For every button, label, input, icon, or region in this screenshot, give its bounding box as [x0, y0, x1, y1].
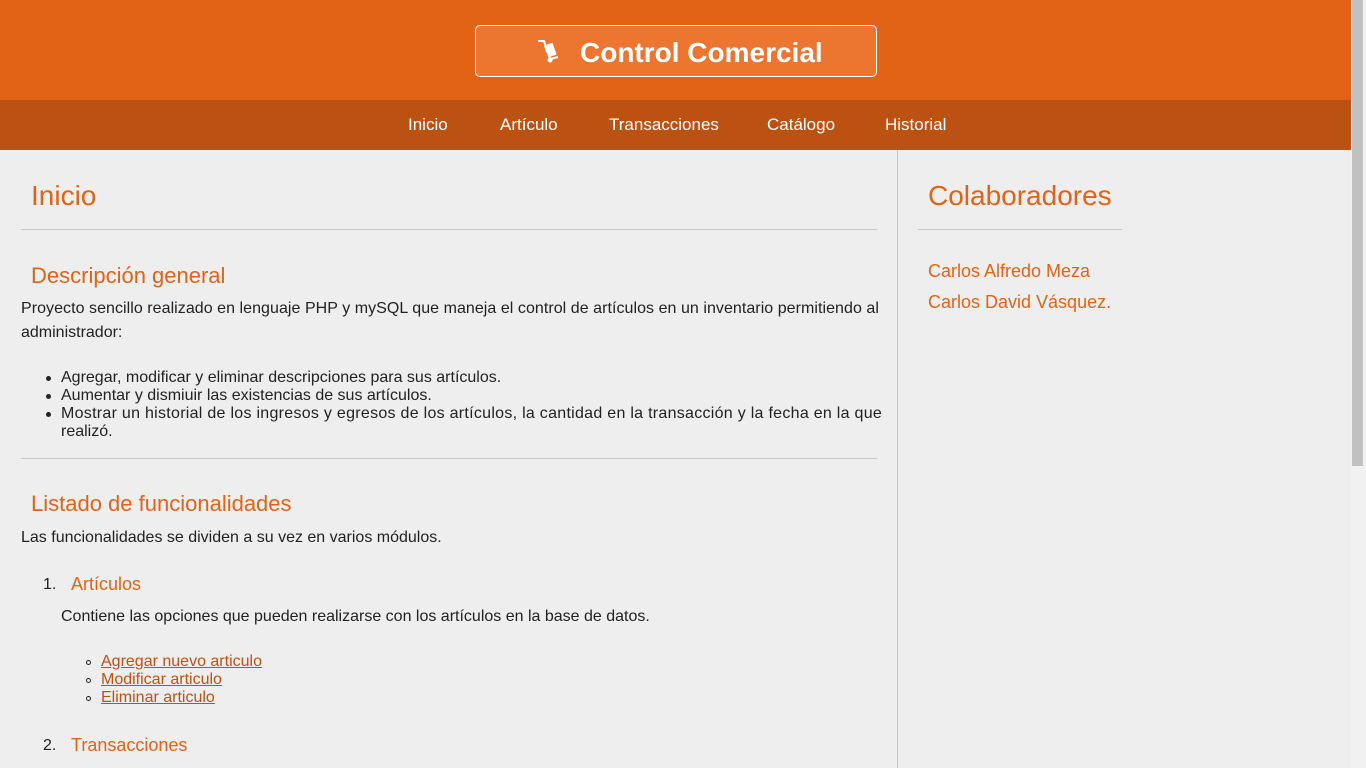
nav-item-catalogo[interactable]: Catálogo [767, 115, 835, 135]
brand-banner[interactable]: Control Comercial [475, 25, 877, 77]
divider [21, 458, 877, 459]
overview-heading: Descripción general [31, 263, 226, 288]
circle-bullet [86, 678, 91, 683]
list-item: Mostrar un historial de los ingresos y e… [61, 405, 883, 422]
sidebar-title: Colaboradores [928, 180, 1112, 211]
collaborator-link[interactable]: Carlos David Vásquez. [928, 292, 1111, 313]
main-nav: Inicio Artículo Transacciones Catálogo H… [0, 100, 1351, 150]
overview-text-line1: Proyecto sencillo realizado en lenguaje … [21, 300, 879, 317]
nav-item-historial[interactable]: Historial [885, 115, 946, 135]
sidebar: Colaboradores Carlos Alfredo Meza Carlos… [898, 150, 1351, 768]
features-heading: Listado de funcionalidades [31, 491, 292, 516]
features-intro: Las funcionalidades se dividen a su vez … [21, 529, 442, 546]
bullet-marker [46, 394, 51, 399]
nav-item-inicio[interactable]: Inicio [408, 115, 448, 135]
module-title-transacciones: Transacciones [71, 735, 188, 755]
divider [21, 229, 877, 230]
bullet-marker [46, 376, 51, 381]
site-header: Control Comercial [0, 0, 1351, 100]
delete-article-link[interactable]: Eliminar articulo [101, 689, 215, 707]
page-title: Inicio [31, 180, 97, 211]
app-title: Control Comercial [580, 37, 823, 68]
hand-truck-icon [538, 40, 559, 63]
add-article-link[interactable]: Agregar nuevo articulo [101, 653, 262, 671]
circle-bullet [86, 660, 91, 665]
overview-text-line2: administrador: [21, 324, 123, 341]
module-title-articulos: Artículos [71, 574, 142, 594]
nav-item-transacciones[interactable]: Transacciones [609, 115, 719, 135]
collaborator-link[interactable]: Carlos Alfredo Meza [928, 261, 1090, 282]
module-number: 1. [43, 576, 57, 593]
circle-bullet [86, 696, 91, 701]
modify-article-link[interactable]: Modificar articulo [101, 671, 222, 689]
list-item-continuation: realizó. [61, 423, 113, 440]
bullet-marker [46, 412, 51, 417]
module-number: 2. [43, 737, 57, 754]
divider [918, 229, 1122, 230]
scrollbar-thumb[interactable] [1352, 0, 1363, 466]
nav-item-articulo[interactable]: Artículo [500, 115, 558, 135]
main-content: Inicio Descripción general Proyecto senc… [0, 150, 898, 768]
module-description: Contiene las opciones que pueden realiza… [61, 608, 650, 625]
